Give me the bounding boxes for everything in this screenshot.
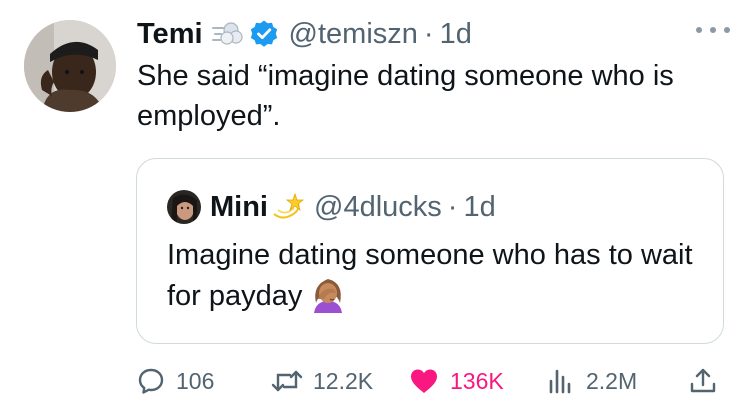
separator-dot: · [423,17,434,50]
separator-dot: · [447,190,458,223]
views-count: 2.2M [586,367,638,394]
retweet-count: 12.2K [313,367,374,394]
views-button[interactable]: 2.2M [546,362,637,400]
reply-button[interactable]: 106 [136,362,214,400]
share-icon [690,368,716,393]
author-name[interactable]: Temi [137,18,203,51]
tweet-action-bar: 106 12.2K 136K 2.2M [136,362,726,400]
like-button[interactable]: 136K [408,362,504,400]
woman-facepalming-emoji-icon [308,275,348,313]
reply-icon [138,368,164,394]
dizzy-emoji-icon [270,192,305,222]
quoted-tweet-header: Mini @4dlucks · 1d [167,189,496,225]
quoted-tweet-timestamp[interactable]: 1d [463,191,495,224]
share-button[interactable] [688,362,718,400]
quoted-author-avatar [167,190,201,224]
tweet-header: Temi @temiszn · 1d [137,16,472,52]
tweet-text: She said “imagine dating someone who is … [137,60,674,132]
quoted-tweet-body: Imagine dating someone who has to wait f… [167,239,693,312]
tweet-timestamp[interactable]: 1d [440,18,472,51]
quoted-author-handle[interactable]: @4dlucks [314,191,442,224]
reply-count: 106 [176,367,215,394]
dash-emoji-icon [211,20,243,48]
quoted-tweet-card[interactable]: Mini @4dlucks · 1d Imagine dating someon… [136,158,724,344]
quoted-tweet-text: Imagine dating someone who has to wait f… [167,235,707,316]
avatar-image [24,20,116,112]
heart-icon [411,369,437,393]
quoted-author-name[interactable]: Mini [210,191,268,224]
retweet-button[interactable]: 12.2K [271,362,373,400]
like-count: 136K [450,367,504,394]
more-options-icon[interactable] [696,20,730,40]
author-avatar[interactable] [24,20,116,112]
retweet-icon [271,370,303,392]
views-icon [549,369,571,394]
verified-badge-icon[interactable] [249,19,279,49]
author-handle[interactable]: @temiszn [289,18,418,51]
